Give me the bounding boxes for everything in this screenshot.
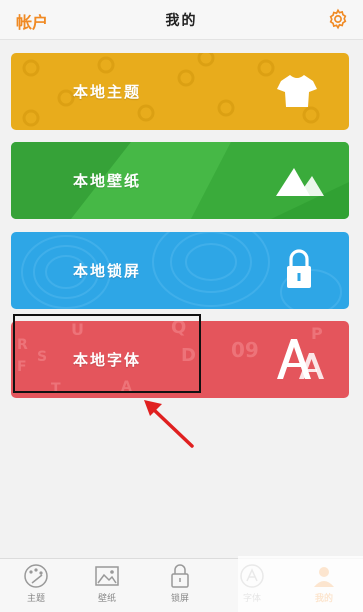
tab-label: 锁屏	[170, 594, 189, 604]
tab-theme[interactable]: 主题	[6, 563, 66, 611]
deco-letter: 09	[231, 338, 259, 362]
local-lockscreen-card[interactable]: 本地锁屏	[11, 232, 349, 309]
tab-label: 壁纸	[97, 594, 116, 604]
card-label: 本地壁纸	[73, 172, 142, 190]
annotation-arrow-icon	[144, 400, 194, 448]
card-label: 本地主题	[73, 83, 142, 101]
tab-lockscreen[interactable]: 锁屏	[150, 563, 210, 611]
tab-label: 主题	[26, 594, 45, 604]
top-bar: 帐户 我的	[0, 0, 363, 40]
palette-icon	[24, 564, 48, 588]
local-wallpaper-card[interactable]: 本地壁纸	[11, 142, 349, 219]
lock-icon	[171, 564, 189, 588]
mountain-icon	[276, 168, 324, 196]
card-label: 本地锁屏	[73, 262, 142, 280]
font-letters-icon	[277, 339, 324, 379]
tab-wallpaper[interactable]: 壁纸	[77, 563, 137, 611]
tshirt-icon	[277, 75, 317, 107]
lock-icon	[287, 249, 311, 288]
gear-icon[interactable]	[327, 8, 349, 30]
page-title: 我的	[165, 13, 198, 29]
picture-icon	[95, 566, 119, 586]
watermark-overlay	[238, 556, 363, 612]
local-theme-card[interactable]: 本地主题	[11, 53, 349, 130]
annotation-highlight-box	[13, 314, 201, 393]
